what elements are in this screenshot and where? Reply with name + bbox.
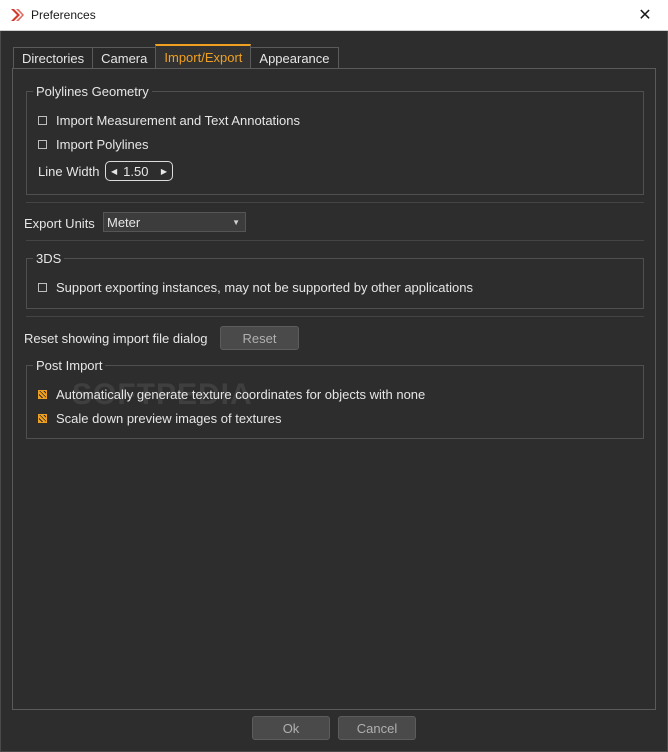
divider (26, 240, 644, 241)
divider (26, 316, 644, 317)
export-units-label: Export Units (24, 216, 95, 231)
import-annotations-row[interactable]: Import Measurement and Text Annotations (38, 113, 300, 128)
line-width-spinner[interactable]: ◀ 1.50 ▶ (105, 161, 173, 181)
tab-directories[interactable]: Directories (13, 47, 93, 69)
close-button[interactable]: ✕ (622, 0, 668, 30)
group-post-import: Post Import (26, 358, 644, 439)
tab-appearance[interactable]: Appearance (251, 47, 339, 69)
scale-previews-row[interactable]: Scale down preview images of textures (38, 411, 281, 426)
chevron-down-icon: ▼ (232, 217, 240, 227)
support-instances-label: Support exporting instances, may not be … (56, 280, 473, 295)
scale-previews-checkbox[interactable] (38, 414, 47, 423)
import-polylines-checkbox[interactable] (38, 140, 47, 149)
reset-dialog-label: Reset showing import file dialog (24, 331, 208, 346)
tab-camera[interactable]: Camera (92, 47, 156, 69)
import-annotations-checkbox[interactable] (38, 116, 47, 125)
group-title-3ds: 3DS (33, 251, 65, 266)
reset-button[interactable]: Reset (220, 326, 299, 350)
group-title-polylines: Polylines Geometry (33, 84, 152, 99)
scale-previews-label: Scale down preview images of textures (56, 411, 282, 426)
increment-arrow-icon[interactable]: ▶ (161, 167, 167, 176)
import-polylines-label: Import Polylines (56, 137, 149, 152)
tab-panel-import-export: Polylines Geometry Import Measurement an… (12, 68, 656, 710)
support-instances-row[interactable]: Support exporting instances, may not be … (38, 280, 473, 295)
divider (26, 202, 644, 203)
tab-bar: Directories Camera Import/Export Appeara… (13, 44, 339, 69)
decrement-arrow-icon[interactable]: ◀ (111, 167, 117, 176)
group-title-post-import: Post Import (33, 358, 106, 373)
auto-texcoords-checkbox[interactable] (38, 390, 47, 399)
window-title: Preferences (31, 8, 96, 22)
ok-button[interactable]: Ok (252, 716, 330, 740)
import-polylines-row[interactable]: Import Polylines (38, 137, 148, 152)
auto-texcoords-label: Automatically generate texture coordinat… (56, 387, 426, 402)
auto-texcoords-row[interactable]: Automatically generate texture coordinat… (38, 387, 425, 402)
import-annotations-label: Import Measurement and Text Annotations (56, 113, 301, 128)
app-logo-icon (11, 9, 24, 21)
title-bar: Preferences ✕ (0, 0, 668, 31)
line-width-label: Line Width (38, 164, 100, 179)
close-icon: ✕ (638, 7, 652, 24)
cancel-button[interactable]: Cancel (338, 716, 416, 740)
tab-import-export[interactable]: Import/Export (155, 44, 252, 69)
line-width-value: 1.50 (123, 163, 149, 179)
export-units-dropdown[interactable]: Meter ▼ (103, 212, 246, 232)
support-instances-checkbox[interactable] (38, 283, 47, 292)
export-units-value: Meter (107, 214, 141, 230)
